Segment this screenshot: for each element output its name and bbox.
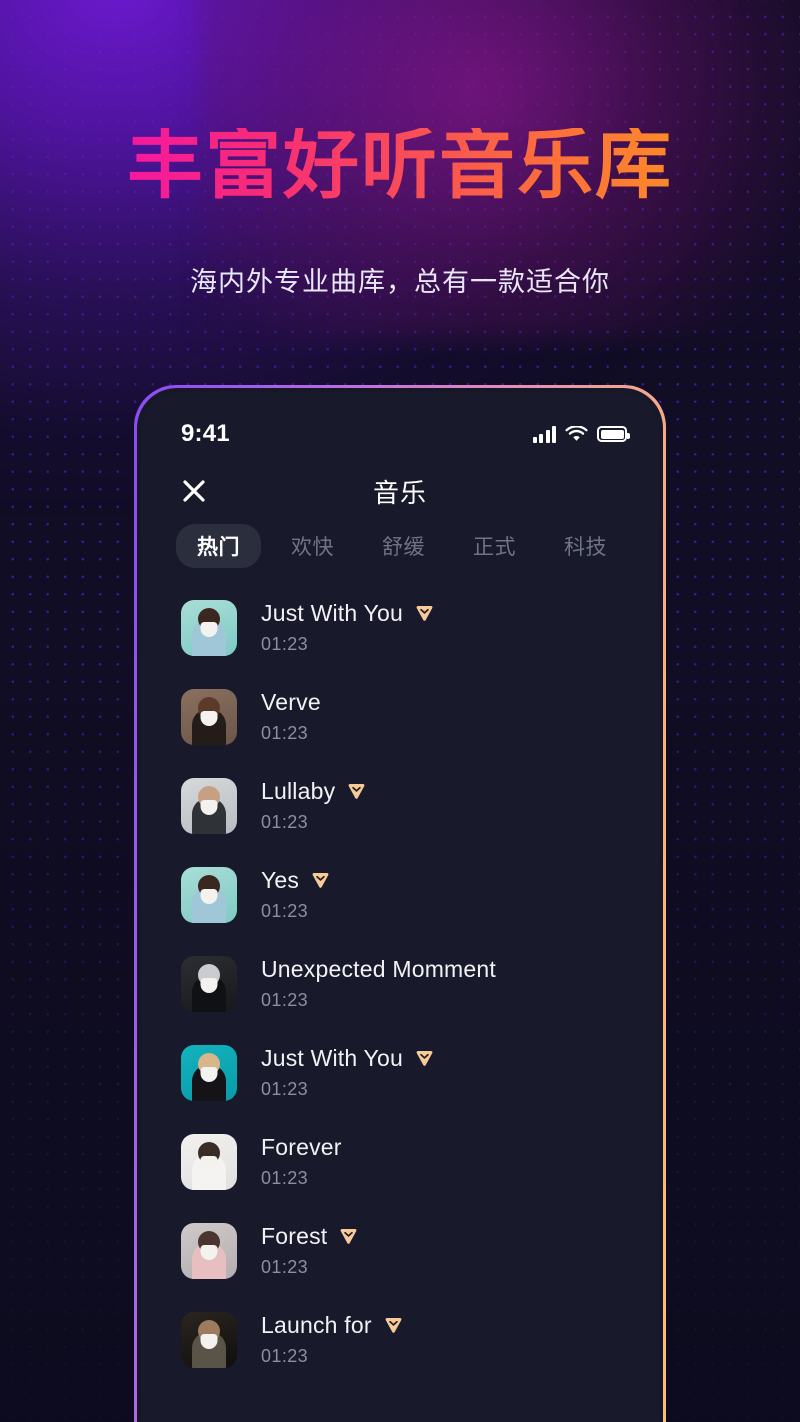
track-title-row: Just With You (261, 1045, 435, 1072)
album-art (181, 1044, 237, 1101)
vip-diamond-icon (312, 873, 329, 888)
album-art (181, 1311, 237, 1368)
track-title-row: Forever (261, 1134, 342, 1161)
track-duration: 01:23 (261, 1257, 309, 1277)
track-row[interactable]: Verve 01:23 (181, 672, 659, 761)
track-duration: 01:23 (261, 1168, 309, 1188)
tab-4[interactable]: 科技 (564, 524, 607, 568)
album-art (181, 599, 237, 656)
track-duration: 01:23 (261, 723, 309, 743)
track-title: Forever (261, 1134, 342, 1160)
album-art (181, 1133, 237, 1190)
vip-diamond-icon (416, 1051, 433, 1066)
phone-screen: 9:41 音乐 热门 欢快 舒缓 正式 科技 Just With You 01:… (137, 388, 663, 1422)
tab-0[interactable]: 热门 (176, 524, 261, 568)
album-art (181, 955, 237, 1012)
track-title-row: Yes (261, 867, 331, 894)
track-duration: 01:23 (261, 990, 309, 1010)
album-art (181, 688, 237, 745)
track-title: Unexpected Momment (261, 956, 496, 982)
track-row[interactable]: Forever 01:23 (181, 1117, 659, 1206)
track-title: Launch for (261, 1312, 372, 1338)
promo-page: 丰富好听音乐库 海内外专业曲库，总有一款适合你 9:41 音乐 热门 欢快 舒缓… (0, 0, 800, 1422)
phone-mockup-frame: 9:41 音乐 热门 欢快 舒缓 正式 科技 Just With You 01:… (134, 385, 666, 1422)
track-meta: Lullaby 01:23 (261, 778, 367, 833)
vip-diamond-icon (385, 1318, 402, 1333)
track-row[interactable]: Unexpected Momment 01:23 (181, 939, 659, 1028)
vip-diamond-icon (348, 784, 365, 799)
status-time: 9:41 (181, 420, 230, 447)
track-meta: Forest 01:23 (261, 1223, 359, 1278)
track-title-row: Launch for (261, 1312, 404, 1339)
track-title: Forest (261, 1223, 328, 1249)
track-duration: 01:23 (261, 1346, 309, 1366)
track-row[interactable]: Lullaby 01:23 (181, 761, 659, 850)
tab-2[interactable]: 舒缓 (382, 524, 425, 568)
track-title: Verve (261, 689, 321, 715)
wifi-icon (565, 425, 588, 441)
status-bar: 9:41 (141, 393, 659, 461)
tab-1[interactable]: 欢快 (291, 524, 334, 568)
track-meta: Launch for 01:23 (261, 1312, 404, 1367)
app-navbar: 音乐 (141, 463, 659, 519)
status-icons (532, 425, 630, 443)
track-title-row: Unexpected Momment (261, 956, 496, 983)
track-meta: Yes 01:23 (261, 867, 331, 922)
track-title: Lullaby (261, 778, 336, 804)
track-duration: 01:23 (261, 901, 309, 921)
tab-3[interactable]: 正式 (473, 524, 516, 568)
vip-diamond-icon (416, 606, 433, 621)
track-row[interactable]: Forest 01:23 (181, 1206, 659, 1295)
album-art (181, 1222, 237, 1279)
track-title-row: Lullaby (261, 778, 367, 805)
track-row[interactable]: Just With You 01:23 (181, 1028, 659, 1117)
track-title: Just With You (261, 600, 403, 626)
track-row[interactable]: Just With You 01:23 (181, 583, 659, 672)
track-duration: 01:23 (261, 634, 309, 654)
close-icon[interactable] (179, 476, 209, 506)
track-title: Yes (261, 867, 300, 893)
track-row[interactable]: Yes 01:23 (181, 850, 659, 939)
track-meta: Verve 01:23 (261, 689, 321, 744)
album-art (181, 866, 237, 923)
headline-container: 丰富好听音乐库 (0, 128, 800, 204)
promo-subheadline: 海内外专业曲库，总有一款适合你 (190, 267, 610, 297)
vip-diamond-icon (340, 1229, 357, 1244)
track-title-row: Just With You (261, 600, 435, 627)
app-viewport: 9:41 音乐 热门 欢快 舒缓 正式 科技 Just With You 01:… (141, 393, 659, 1422)
track-row[interactable]: Launch for 01:23 (181, 1295, 659, 1384)
track-title-row: Forest (261, 1223, 359, 1250)
track-meta: Forever 01:23 (261, 1134, 342, 1189)
album-art (181, 777, 237, 834)
track-duration: 01:23 (261, 1079, 309, 1099)
track-title: Just With You (261, 1045, 403, 1071)
battery-full-icon (597, 426, 630, 442)
page-title: 音乐 (372, 477, 427, 508)
track-list: Just With You 01:23 Verve 01:23 Lullaby 01:23… (141, 583, 659, 1422)
track-meta: Just With You 01:23 (261, 600, 435, 655)
signal-bars-icon (532, 425, 556, 443)
category-tabs: 热门 欢快 舒缓 正式 科技 (141, 521, 659, 571)
promo-headline: 丰富好听音乐库 (0, 128, 800, 204)
track-title-row: Verve (261, 689, 321, 716)
track-meta: Unexpected Momment 01:23 (261, 956, 496, 1011)
track-meta: Just With You 01:23 (261, 1045, 435, 1100)
track-duration: 01:23 (261, 812, 309, 832)
